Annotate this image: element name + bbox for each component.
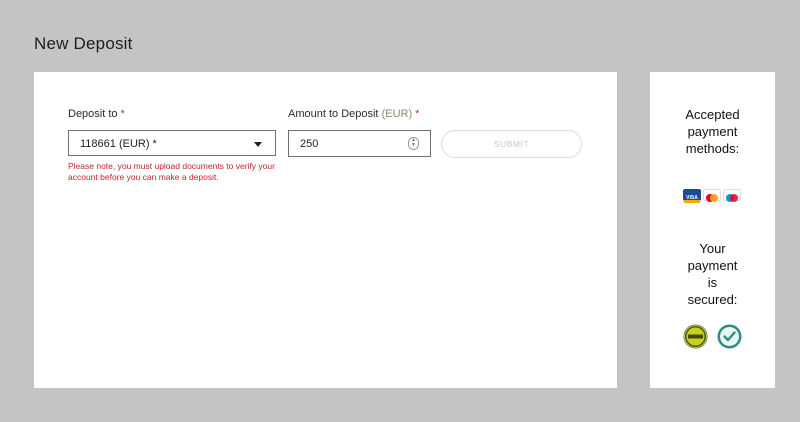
verified-badge-icon bbox=[717, 324, 742, 349]
amount-input-value: 250 bbox=[300, 138, 319, 150]
payment-info-sidebar: Accepted payment methods: VISA Your paym… bbox=[650, 72, 775, 388]
page-title: New Deposit bbox=[34, 34, 133, 53]
deposit-to-label-text: Deposit to bbox=[68, 108, 118, 120]
heading-line: Your bbox=[699, 241, 726, 256]
deposit-form-card: Deposit to * 118661 (EUR) * Please note, … bbox=[34, 72, 617, 388]
heading-line: payment bbox=[687, 258, 738, 273]
deposit-account-selected-value: 118661 (EUR) * bbox=[80, 138, 157, 150]
submit-button[interactable]: SUBMIT bbox=[441, 130, 582, 158]
security-seal-icon bbox=[683, 324, 708, 349]
amount-currency: (EUR) bbox=[381, 108, 413, 120]
secured-heading: Your payment is secured: bbox=[650, 240, 775, 308]
required-marker: * bbox=[415, 108, 420, 120]
security-badges bbox=[683, 324, 743, 350]
deposit-to-label: Deposit to * bbox=[68, 108, 125, 120]
deposit-account-select[interactable]: 118661 (EUR) * bbox=[68, 130, 276, 156]
heading-line: payment bbox=[687, 124, 738, 139]
stepper-icon[interactable]: ▲ ▼ bbox=[408, 137, 419, 150]
amount-label: Amount to Deposit (EUR) * bbox=[288, 108, 419, 120]
amount-label-text: Amount to Deposit bbox=[288, 108, 379, 120]
payment-methods-icons: VISA bbox=[683, 189, 743, 203]
chevron-down-icon bbox=[254, 142, 262, 147]
amount-input[interactable]: 250 ▲ ▼ bbox=[288, 130, 431, 157]
verification-warning: Please note, you must upload documents t… bbox=[68, 161, 275, 182]
heading-line: is bbox=[707, 275, 718, 290]
mastercard-icon bbox=[703, 189, 721, 202]
maestro-icon bbox=[723, 189, 741, 202]
heading-line: methods: bbox=[685, 141, 740, 156]
visa-icon: VISA bbox=[683, 189, 701, 203]
required-marker: * bbox=[120, 108, 125, 120]
accepted-methods-heading: Accepted payment methods: bbox=[650, 106, 775, 157]
heading-line: secured: bbox=[687, 292, 738, 307]
heading-line: Accepted bbox=[685, 107, 740, 122]
svg-text:VISA: VISA bbox=[686, 195, 698, 201]
